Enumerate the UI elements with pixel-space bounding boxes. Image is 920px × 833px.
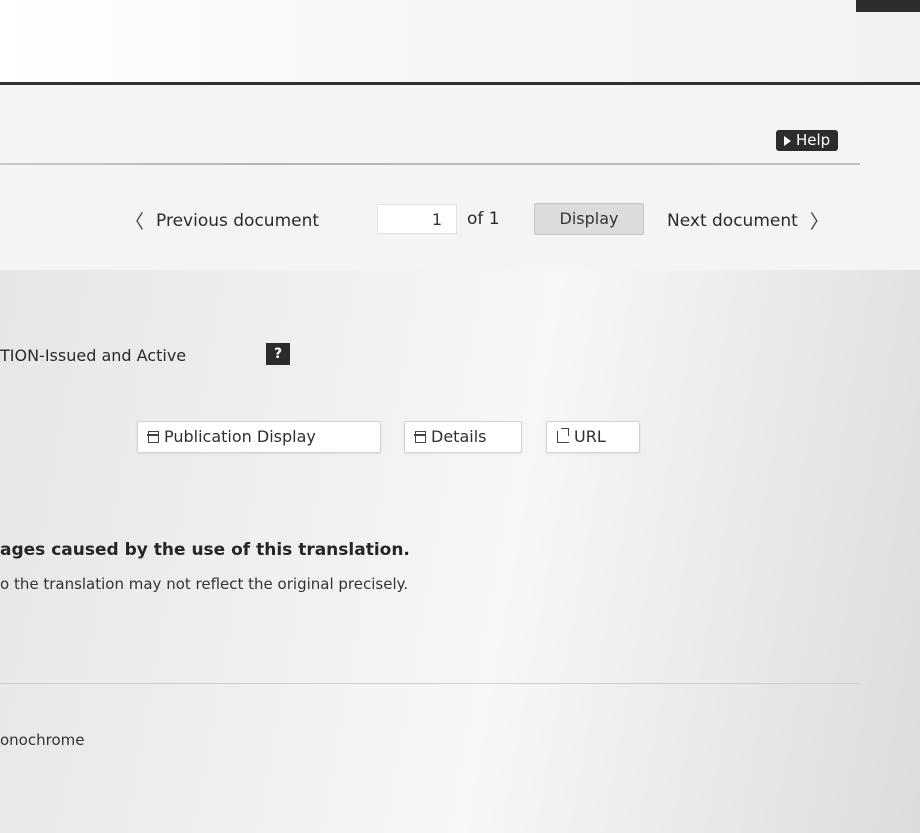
display-button[interactable]: Display: [534, 203, 644, 235]
page-total-label: of 1: [467, 209, 500, 229]
document-window-icon: [414, 431, 426, 443]
next-document-label: Next document: [667, 210, 798, 231]
previous-document-link[interactable]: 〈 Previous document: [125, 207, 319, 234]
previous-document-label: Previous document: [156, 210, 320, 231]
document-viewer-page: Help 〈 Previous document of 1 Display Ne…: [0, 0, 920, 833]
chevron-left-icon: 〈: [125, 211, 145, 233]
document-navigation: 〈 Previous document of 1 Display Next do…: [0, 202, 920, 238]
publication-display-button[interactable]: Publication Display: [137, 421, 381, 453]
translation-accuracy-note: o the translation may not reflect the or…: [0, 575, 409, 593]
legal-status-text: TION-Issued and Active: [0, 346, 187, 365]
url-button[interactable]: URL: [546, 421, 640, 453]
publication-display-label: Publication Display: [164, 427, 316, 446]
next-document-link[interactable]: Next document 〉: [667, 207, 829, 234]
top-banner: [0, 0, 920, 82]
translation-disclaimer: ages caused by the use of this translati…: [0, 540, 410, 560]
external-link-icon: [557, 428, 569, 443]
question-help-icon[interactable]: ?: [266, 343, 290, 365]
help-button[interactable]: Help: [776, 130, 839, 151]
details-label: Details: [431, 427, 487, 446]
color-mode-label: onochrome: [0, 731, 85, 749]
top-corner-tab[interactable]: [856, 0, 920, 12]
play-arrow-icon: [784, 135, 791, 146]
details-button[interactable]: Details: [404, 421, 522, 453]
document-window-icon: [147, 431, 159, 443]
chevron-right-icon: 〉: [809, 211, 829, 233]
header-divider: [0, 82, 920, 85]
toolbar-divider: [0, 163, 860, 165]
url-label: URL: [574, 427, 606, 446]
help-label: Help: [796, 131, 831, 149]
page-number-input[interactable]: [377, 204, 457, 234]
section-divider: [0, 683, 860, 684]
